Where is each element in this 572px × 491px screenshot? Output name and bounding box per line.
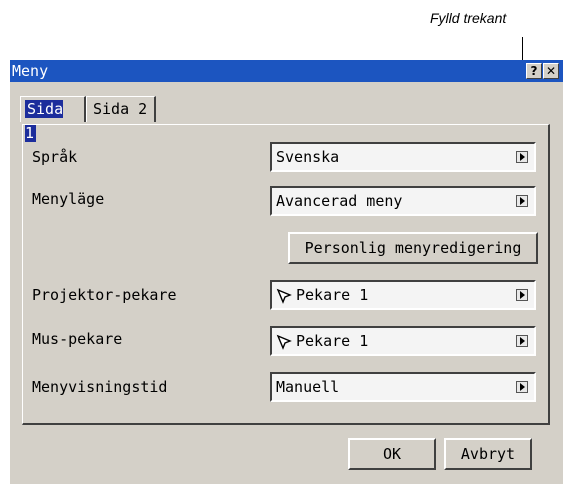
- filled-triangle-icon[interactable]: [516, 381, 528, 393]
- language-value: Svenska: [276, 148, 340, 166]
- mouse-pointer-select[interactable]: Pekare 1: [270, 326, 536, 356]
- projector-pointer-value: Pekare 1: [296, 286, 369, 304]
- language-label: Språk: [32, 148, 78, 166]
- callout-label: Fylld trekant: [430, 10, 507, 26]
- cancel-button[interactable]: Avbryt: [444, 438, 532, 470]
- help-button[interactable]: ?: [526, 63, 542, 79]
- filled-triangle-icon[interactable]: [516, 289, 528, 301]
- menu-dialog: Meny ? ✕ Sida 1 Sida 2 Språk Svenska Men…: [10, 60, 563, 484]
- menu-mode-select[interactable]: Avancerad meny: [270, 186, 536, 216]
- filled-triangle-icon[interactable]: [516, 151, 528, 163]
- window-title: Meny: [12, 62, 49, 80]
- mouse-pointer-value: Pekare 1: [296, 332, 369, 350]
- filled-triangle-icon[interactable]: [516, 195, 528, 207]
- ok-button[interactable]: OK: [348, 438, 436, 470]
- arrow-pointer-icon: [276, 334, 292, 350]
- arrow-pointer-icon: [276, 288, 292, 304]
- projector-pointer-label: Projektor-pekare: [32, 286, 177, 304]
- tab-page-2[interactable]: Sida 2: [86, 96, 156, 122]
- tab-page-1[interactable]: Sida 1: [20, 96, 86, 142]
- filled-triangle-icon[interactable]: [516, 335, 528, 347]
- menu-display-time-select[interactable]: Manuell: [270, 372, 536, 402]
- mouse-pointer-label: Mus-pekare: [32, 330, 123, 348]
- menu-mode-label: Menyläge: [32, 190, 105, 208]
- tab-page-2-label: Sida 2: [93, 100, 148, 118]
- custom-menu-edit-button[interactable]: Personlig menyredigering: [288, 232, 538, 264]
- close-button[interactable]: ✕: [543, 63, 559, 79]
- menu-display-time-value: Manuell: [276, 378, 340, 396]
- title-bar: Meny ? ✕: [10, 60, 563, 82]
- menu-mode-value: Avancerad meny: [276, 192, 403, 210]
- language-select[interactable]: Svenska: [270, 142, 536, 172]
- projector-pointer-select[interactable]: Pekare 1: [270, 280, 536, 310]
- menu-display-time-label: Menyvisningstid: [32, 378, 168, 396]
